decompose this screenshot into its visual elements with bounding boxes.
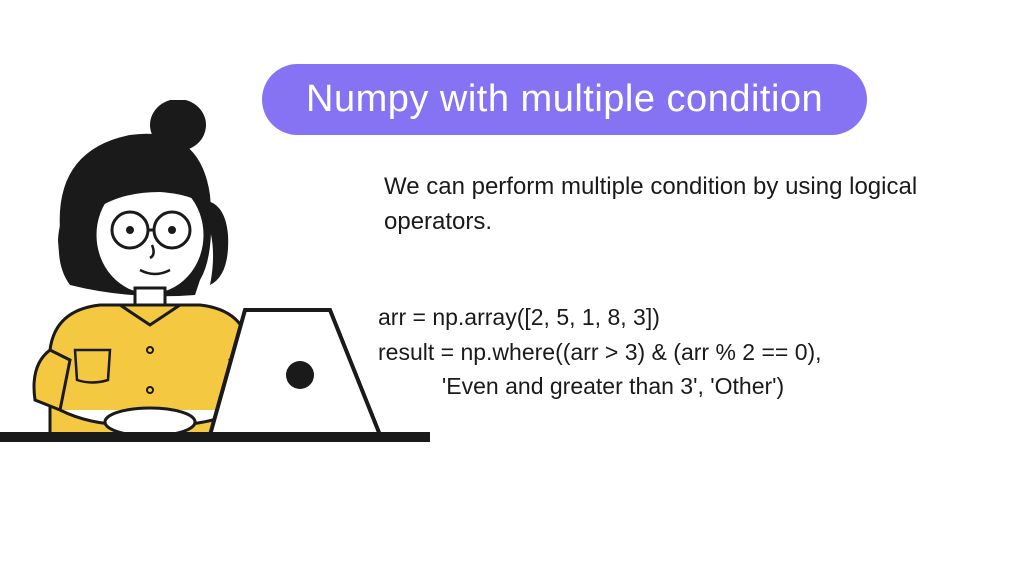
slide-description: We can perform multiple condition by usi… [384,170,924,240]
code-example: arr = np.array([2, 5, 1, 8, 3]) result =… [378,300,822,404]
desk-line [0,432,430,442]
person-laptop-illustration [0,100,430,530]
slide-title: Numpy with multiple condition [262,64,867,135]
code-line-3: 'Even and greater than 3', 'Other') [378,373,784,399]
slide-container: Numpy with multiple condition We can per… [0,0,1024,575]
code-line-2: result = np.where((arr > 3) & (arr % 2 =… [378,339,822,365]
code-line-1: arr = np.array([2, 5, 1, 8, 3]) [378,304,660,330]
